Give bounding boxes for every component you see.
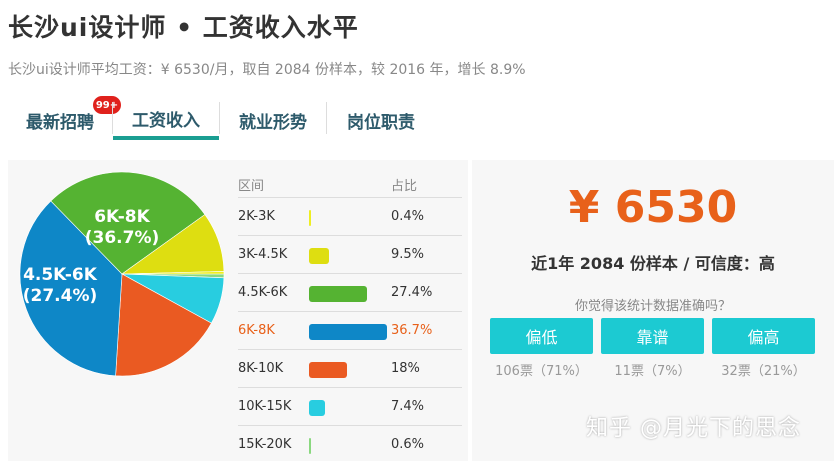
watermark: 知乎 @月光下的思念 bbox=[586, 416, 801, 441]
page-title: 长沙ui设计师 • 工资收入水平 bbox=[8, 13, 359, 42]
tab-bar: 最新招聘 99+ 工资收入 就业形势 岗位职责 bbox=[8, 95, 834, 140]
share-bar bbox=[309, 362, 348, 378]
share-bar bbox=[309, 248, 330, 264]
distribution-row: 8K-10K 18% bbox=[238, 349, 462, 387]
page-subtitle: 长沙ui设计师平均工资：¥ 6530/月，取自 2084 份样本，较 2016 … bbox=[8, 62, 526, 78]
slice-label: 4.5K-6K (27.4%) bbox=[23, 265, 98, 306]
sample-info: 近1年 2084 份样本 / 可信度：高 bbox=[531, 254, 775, 273]
vote-accurate-count: 11票（7%） bbox=[614, 364, 691, 379]
range-label: 2K-3K bbox=[238, 209, 275, 224]
share-bar bbox=[309, 400, 325, 416]
vote-low-button[interactable]: 偏低 bbox=[490, 318, 593, 354]
tab-employment[interactable]: 就业形势 bbox=[220, 100, 326, 140]
share-value: 9.5% bbox=[391, 247, 425, 262]
range-label: 4.5K-6K bbox=[238, 285, 288, 300]
range-column-header: 区间 bbox=[238, 179, 265, 194]
share-value: 27.4% bbox=[391, 285, 433, 300]
range-label: 8K-10K bbox=[238, 361, 284, 376]
range-label: 10K-15K bbox=[238, 399, 292, 414]
share-value: 18% bbox=[391, 361, 420, 376]
distribution-row: 15K-20K 0.6% bbox=[238, 425, 462, 463]
tab-responsibilities[interactable]: 岗位职责 bbox=[327, 100, 435, 140]
share-bar bbox=[309, 324, 387, 340]
tab-salary[interactable]: 工资收入 bbox=[113, 100, 219, 140]
range-label: 6K-8K bbox=[238, 323, 275, 338]
tab-label: 岗位职责 bbox=[347, 112, 415, 133]
distribution-row: 6K-8K 36.7% bbox=[238, 311, 462, 349]
tab-latest-jobs[interactable]: 最新招聘 99+ bbox=[8, 95, 122, 140]
share-value: 0.6% bbox=[391, 437, 425, 452]
salary-distribution-panel: 6K-8K (36.7%) 4.5K-6K (27.4%) 区间 占比 2K-3K 0.… bbox=[8, 160, 468, 461]
distribution-row: 2K-3K 0.4% bbox=[238, 197, 462, 235]
vote-high-button[interactable]: 偏高 bbox=[712, 318, 815, 354]
share-bar bbox=[309, 438, 311, 454]
vote-high-count: 32票（21%） bbox=[721, 364, 806, 379]
range-label: 15K-20K bbox=[238, 437, 292, 452]
share-column-header: 占比 bbox=[391, 179, 418, 194]
vote-low-count: 106票（71%） bbox=[495, 364, 588, 379]
distribution-row: 10K-15K 7.4% bbox=[238, 387, 462, 425]
share-value: 0.4% bbox=[391, 209, 425, 224]
range-label: 3K-4.5K bbox=[238, 247, 288, 262]
slice-label: 6K-8K (36.7%) bbox=[85, 207, 160, 248]
tab-label: 工资收入 bbox=[132, 110, 200, 131]
tab-label: 就业形势 bbox=[239, 112, 307, 133]
share-bar bbox=[309, 210, 311, 226]
distribution-row: 3K-4.5K 9.5% bbox=[238, 235, 462, 273]
salary-pie-chart: 6K-8K (36.7%) 4.5K-6K (27.4%) bbox=[19, 171, 225, 377]
share-bar bbox=[309, 286, 368, 302]
tab-label: 最新招聘 bbox=[26, 112, 94, 133]
average-salary: ¥ 6530 bbox=[568, 182, 738, 233]
distribution-row: 4.5K-6K 27.4% bbox=[238, 273, 462, 311]
share-value: 7.4% bbox=[391, 399, 425, 414]
share-value: 36.7% bbox=[391, 323, 433, 338]
vote-accurate-button[interactable]: 靠谱 bbox=[601, 318, 704, 354]
accuracy-question: 你觉得该统计数据准确吗？ bbox=[574, 299, 731, 314]
